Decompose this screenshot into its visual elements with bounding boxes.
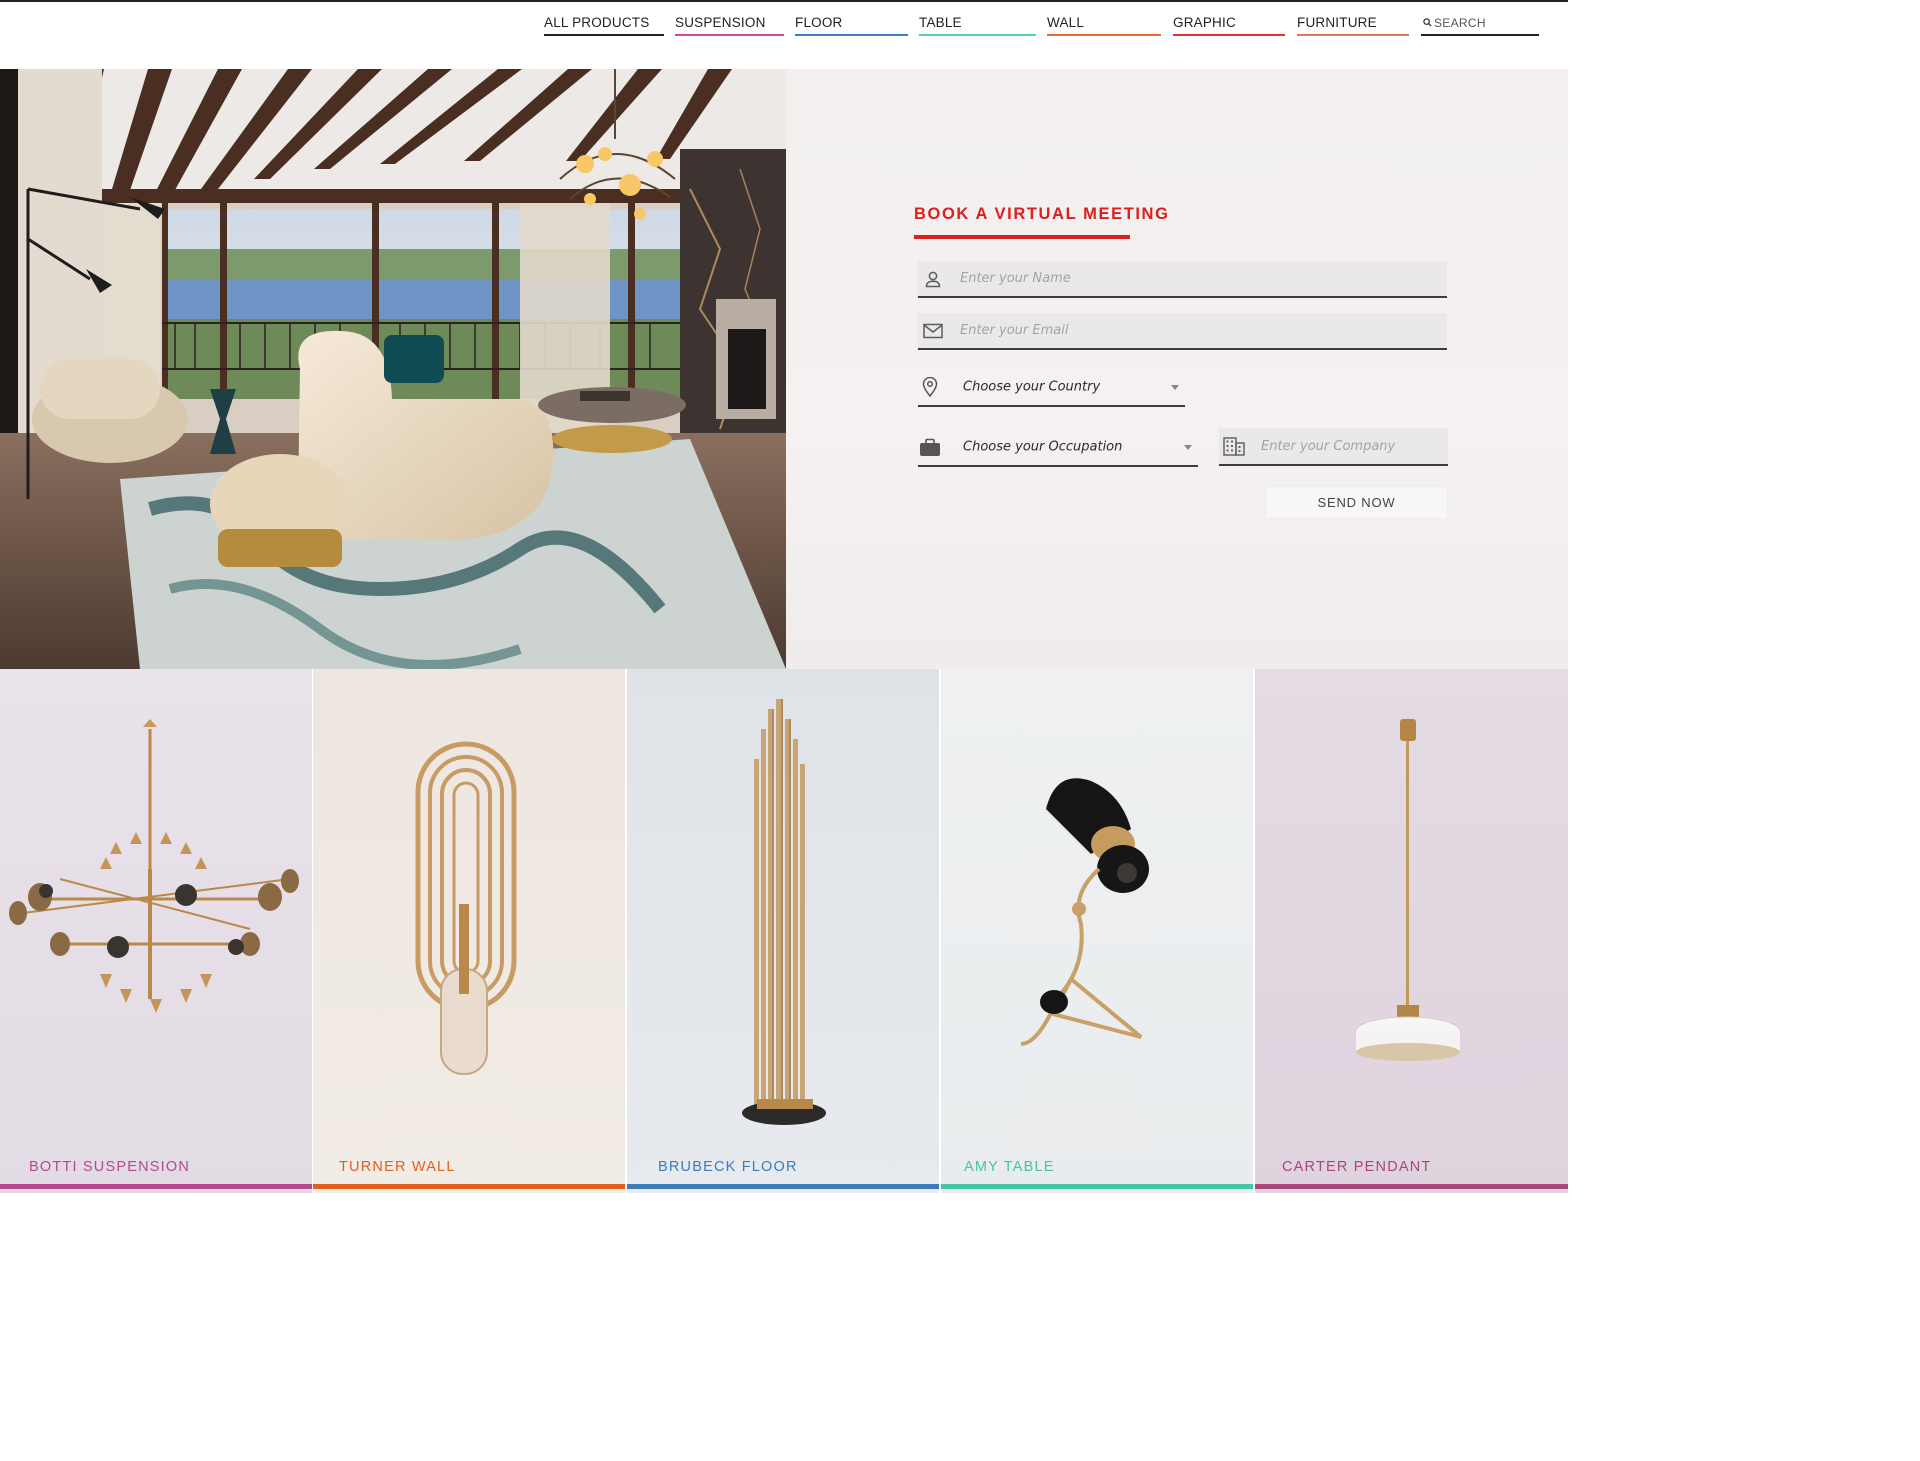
botti-suspension-image [9,719,299,1013]
product-name: BOTTI SUSPENSION [29,1159,190,1175]
nav-all-products[interactable]: ALL PRODUCTS [544,14,664,36]
email-input[interactable] [960,313,1439,348]
product-card-botti-suspension[interactable]: BOTTI SUSPENSION [0,669,312,1193]
turner-wall-image [415,741,517,1075]
search-input[interactable] [1434,16,1534,30]
product-card-carter-pendant[interactable]: CARTER PENDANT [1255,669,1568,1193]
location-pin-icon [918,369,942,405]
user-icon [918,261,948,296]
nav-wall[interactable]: WALL [1047,14,1161,36]
product-card-brubeck-floor[interactable]: BRUBECK FLOOR [627,669,939,1193]
nav-floor[interactable]: FLOOR [795,14,908,36]
chevron-down-icon [1184,445,1192,450]
nav-label: SUSPENSION [675,15,766,30]
amy-table-image [1020,778,1149,1046]
company-field[interactable] [1219,428,1448,466]
top-navigation: ALL PRODUCTS SUSPENSION FLOOR TABLE WALL… [0,0,1568,69]
nav-suspension[interactable]: SUSPENSION [675,14,784,36]
nav-underline [675,34,784,36]
name-input[interactable] [960,261,1439,296]
product-name: TURNER WALL [339,1159,456,1175]
chevron-down-icon [1171,385,1179,390]
nav-underline [1297,34,1409,36]
mail-icon [918,313,948,348]
booking-form-title: BOOK A VIRTUAL MEETING [914,205,1170,223]
product-card-amy-table[interactable]: AMY TABLE [941,669,1253,1193]
nav-label: ALL PRODUCTS [544,15,650,30]
nav-label: TABLE [919,15,962,30]
product-name: BRUBECK FLOOR [658,1159,798,1175]
product-name: AMY TABLE [964,1159,1055,1175]
product-grid: BOTTI SUSPENSION TURNER WALL BRUBECK FLO… [0,669,1568,1193]
email-field[interactable] [918,313,1447,350]
product-card-turner-wall[interactable]: TURNER WALL [313,669,625,1193]
search-box[interactable] [1421,14,1539,36]
product-color-bar [313,1184,625,1189]
building-icon [1219,428,1249,464]
nav-underline [1173,34,1285,36]
nav-label: GRAPHIC [1173,15,1236,30]
carter-pendant-image [1355,719,1461,1061]
occupation-select-value: Choose your Occupation [963,439,1123,455]
product-color-bar [941,1184,1253,1189]
nav-graphic[interactable]: GRAPHIC [1173,14,1285,36]
occupation-select[interactable]: Choose your Occupation [918,429,1198,467]
nav-table[interactable]: TABLE [919,14,1036,36]
nav-underline [544,34,664,36]
title-underline [914,235,1130,239]
nav-underline [1047,34,1161,36]
product-name: CARTER PENDANT [1282,1159,1432,1175]
search-icon [1423,18,1432,27]
company-input[interactable] [1261,428,1440,464]
nav-label: FLOOR [795,15,843,30]
nav-underline [795,34,908,36]
hero-living-room-photo [0,69,786,669]
briefcase-icon [918,429,942,465]
nav-label: FURNITURE [1297,15,1377,30]
brubeck-floor-image [742,699,826,1125]
nav-furniture[interactable]: FURNITURE [1297,14,1409,36]
name-field[interactable] [918,261,1447,298]
country-select-value: Choose your Country [963,379,1101,395]
product-color-bar [627,1184,939,1189]
product-color-bar [0,1184,312,1189]
country-select[interactable]: Choose your Country [918,369,1185,407]
nav-label: WALL [1047,15,1085,30]
product-color-bar [1255,1184,1568,1189]
send-now-button[interactable]: SEND NOW [1266,487,1447,518]
nav-underline [919,34,1036,36]
